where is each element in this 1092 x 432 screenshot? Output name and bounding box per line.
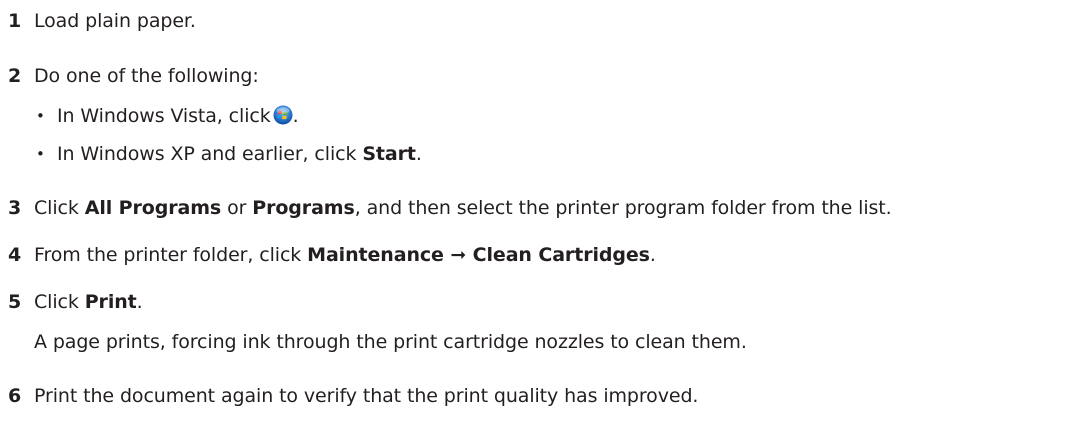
step-text: Print the document again to verify that … — [34, 385, 699, 407]
option-suffix: . — [415, 143, 422, 165]
option-prefix: In Windows XP and earlier, click — [57, 143, 363, 165]
option-suffix: . — [292, 105, 299, 127]
start-label: Start — [362, 143, 416, 165]
step-text: Click All Programs or Programs, and then… — [34, 197, 892, 219]
step-text: From the printer folder, click Maintenan… — [34, 244, 656, 266]
step-number: 1 — [8, 10, 22, 32]
bullet: • — [36, 107, 45, 125]
step-text: Do one of the following: — [34, 65, 259, 87]
step-number: 6 — [8, 385, 22, 407]
instruction-steps: 1 Load plain paper. 2 Do one of the foll… — [0, 0, 1092, 432]
all-programs-label: All Programs — [84, 197, 222, 219]
option-prefix: In Windows Vista, click — [57, 105, 271, 127]
option-text: In Windows Vista, click . — [57, 102, 299, 130]
step-number: 5 — [8, 291, 22, 313]
step-text: Load plain paper. — [34, 10, 196, 32]
print-label: Print — [84, 291, 137, 313]
step-number: 2 — [8, 65, 22, 87]
step-text: Click Print. — [34, 291, 143, 313]
step-number: 3 — [8, 197, 22, 219]
step-number: 4 — [8, 244, 22, 266]
windows-start-orb-icon — [273, 105, 293, 125]
menu-path-label: Maintenance ➞ Clean Cartridges — [307, 244, 650, 266]
bullet: • — [36, 145, 45, 163]
option-text: In Windows XP and earlier, click Start. — [57, 140, 422, 168]
programs-label: Programs — [252, 197, 355, 219]
note-text: A page prints, forcing ink through the p… — [34, 331, 747, 353]
